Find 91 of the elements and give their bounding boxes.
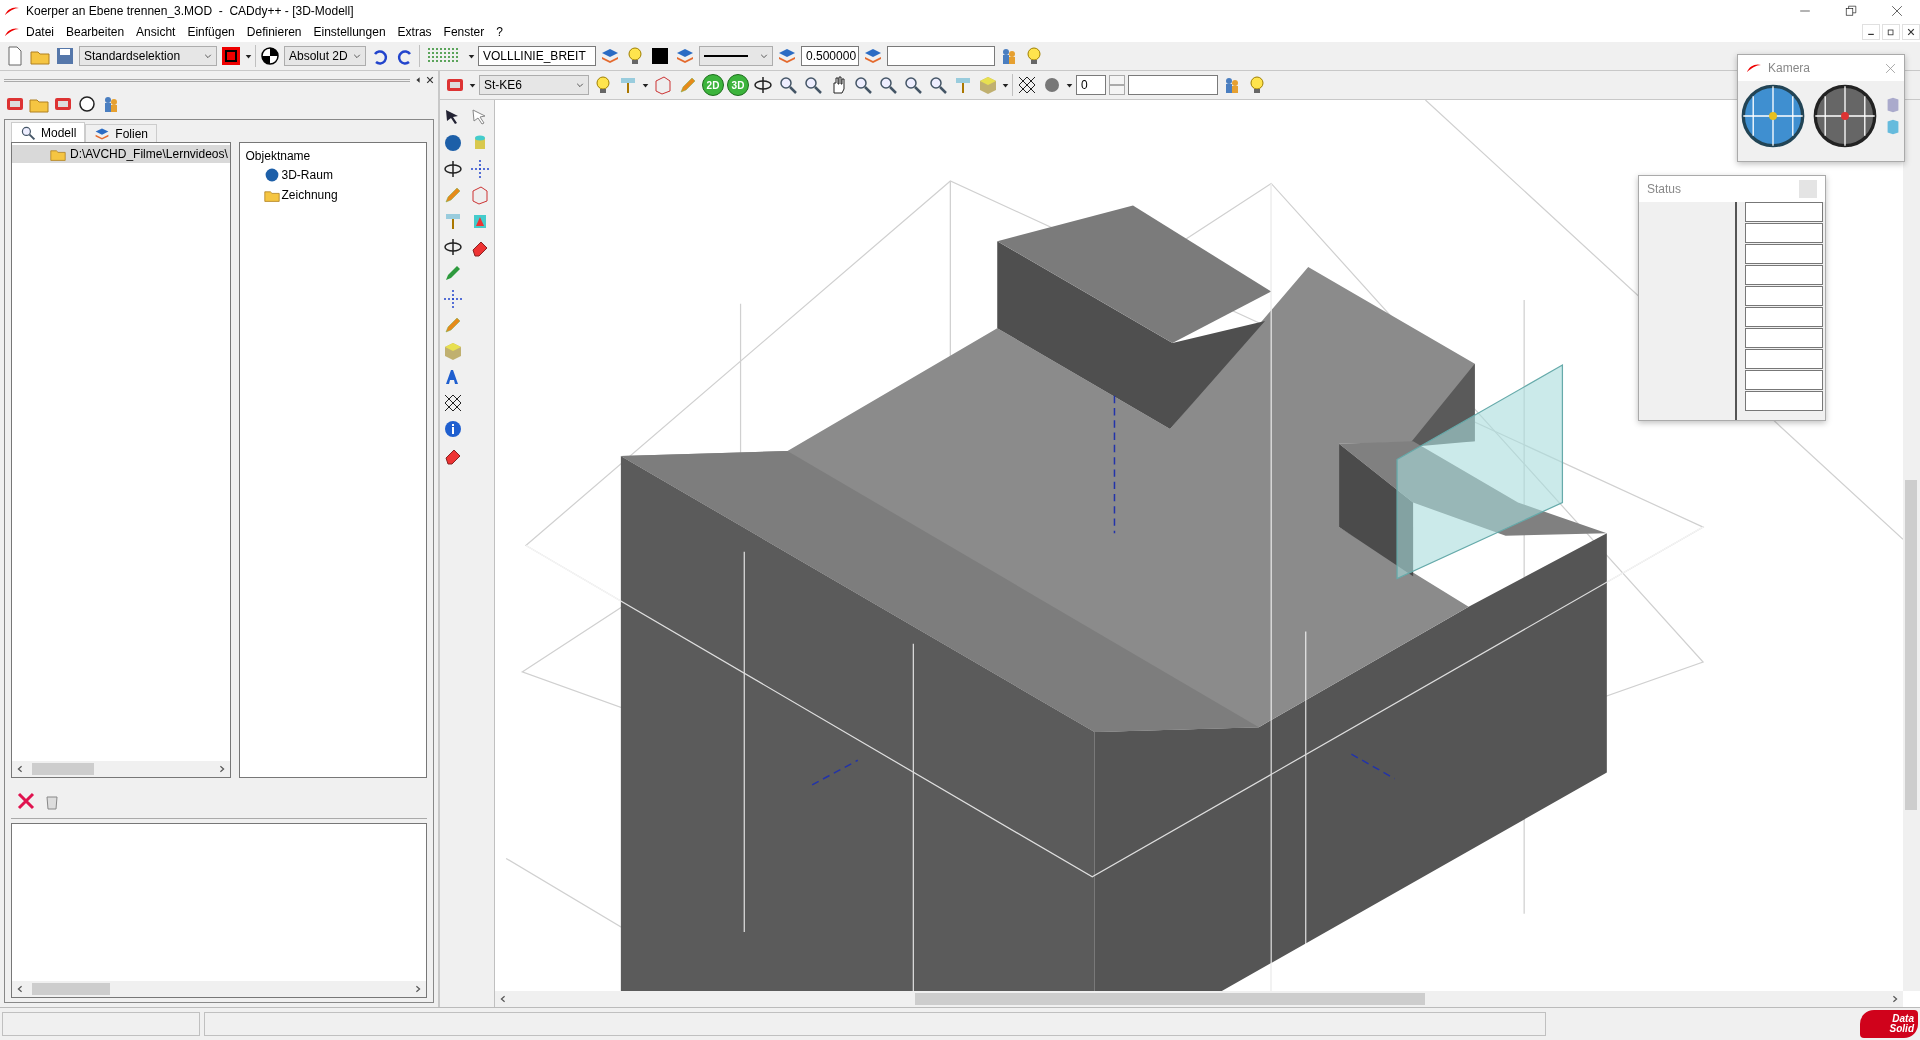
magnifier-icon [20,124,36,141]
caret-icon [760,52,768,60]
column-header: Objektname [244,148,312,165]
status-field[interactable] [1745,391,1823,411]
close-icon[interactable] [426,76,434,84]
window-title: Koerper an Ebene trennen_3.MOD - CADdy++ - [3D-Modell] [26,4,355,18]
crosshair-icon[interactable] [443,289,463,309]
app-menu-icon [4,27,20,37]
line-type-field[interactable]: VOLLLINIE_BREIT [478,46,596,66]
zoom-icon[interactable] [927,74,949,96]
company-logo: Data Solid [1860,1010,1918,1038]
pin-icon[interactable] [414,76,422,84]
menu-item[interactable]: ? [490,25,509,39]
scrollbar[interactable] [12,981,426,997]
solid-body-drawing[interactable] [620,205,1607,991]
tree-item[interactable]: 3D-Raum [281,168,333,182]
restore-icon [1887,28,1895,36]
globe-icon[interactable] [1812,83,1878,149]
status-field[interactable] [1745,328,1823,348]
panel-title: Kamera [1768,61,1812,75]
status-field[interactable] [1745,286,1823,306]
text-field[interactable] [887,46,995,66]
close-icon [1907,28,1915,36]
text-field[interactable] [1128,75,1218,95]
camera-logo-icon [1746,63,1762,73]
globe-icon[interactable] [1740,83,1806,149]
line-style-icon [704,55,748,57]
menu-item[interactable]: Bearbeiten [60,25,131,39]
target-icon[interactable] [259,45,281,67]
zoom-icon[interactable] [877,74,899,96]
restore-icon [1845,5,1857,17]
coordinate-mode-select[interactable]: Absolut 2D [284,46,366,66]
color-swatch-icon[interactable] [649,45,671,67]
menu-item[interactable]: Einstellungen [307,25,392,39]
cutting-plane[interactable] [1396,364,1564,580]
scrollbar[interactable] [495,991,1903,1007]
zoom-icon[interactable] [802,74,824,96]
save-icon[interactable] [54,45,76,67]
caret-icon [204,52,212,60]
caret-icon [1002,81,1009,89]
status-field[interactable] [1745,265,1823,285]
counter-field[interactable]: 0 [1076,75,1106,95]
app-logo-icon [4,6,20,16]
caret-icon [468,52,475,60]
restore-button[interactable] [1882,24,1900,40]
line-width-field[interactable]: 0.500000 [801,46,859,66]
orbit-icon[interactable] [752,74,774,96]
menu-item[interactable]: Fenster [437,25,491,39]
tree-item[interactable]: Zeichnung [281,188,338,202]
line-style-select[interactable] [699,46,773,66]
zoom-icon[interactable] [777,74,799,96]
status-field[interactable] [1745,349,1823,369]
pencil-icon[interactable] [443,263,463,283]
hatch-icon[interactable] [443,393,463,413]
close-icon [1891,5,1903,17]
scrollbar[interactable] [12,761,230,777]
status-field[interactable] [1745,307,1823,327]
zoom-icon[interactable] [902,74,924,96]
delete-icon[interactable] [15,790,37,812]
status-field[interactable] [1745,202,1823,222]
panel-tab[interactable]: Folien [85,124,158,142]
caret-icon [469,81,476,89]
info-icon[interactable] [443,419,463,439]
menu-item[interactable]: Definieren [240,25,308,39]
zoom-icon[interactable] [852,74,874,96]
caret-icon [642,81,649,89]
file-row[interactable]: D:\AVCHD_Filme\Lernvideos\ [12,145,230,163]
menu-item[interactable]: Ansicht [130,25,182,39]
axes-icon[interactable] [470,159,490,179]
caret-icon [245,52,252,60]
selection-frame-icon[interactable] [220,45,242,67]
status-field[interactable] [1745,370,1823,390]
status-field[interactable] [1745,223,1823,243]
sphere-icon [263,167,280,183]
caret-icon [576,81,584,89]
status-field[interactable] [1745,244,1823,264]
selection-mode-select[interactable]: Standardselektion [79,46,217,66]
pencil-icon[interactable] [443,185,463,205]
close-button[interactable] [1902,24,1920,40]
caret-icon [1066,81,1073,89]
menu-item[interactable]: Datei [20,25,60,39]
sphere-icon[interactable] [443,133,463,153]
panel-tab[interactable]: Modell [11,122,86,142]
caret-icon [353,52,361,60]
clock-icon[interactable] [76,93,98,115]
menu-item[interactable]: Einfügen [181,25,241,39]
scrollbar[interactable] [1903,100,1920,991]
style-select[interactable]: St-KE6 [479,75,589,95]
menu-item[interactable]: Extras [391,25,438,39]
hatch-icon[interactable] [1016,74,1038,96]
panel-title: Status [1647,182,1683,196]
